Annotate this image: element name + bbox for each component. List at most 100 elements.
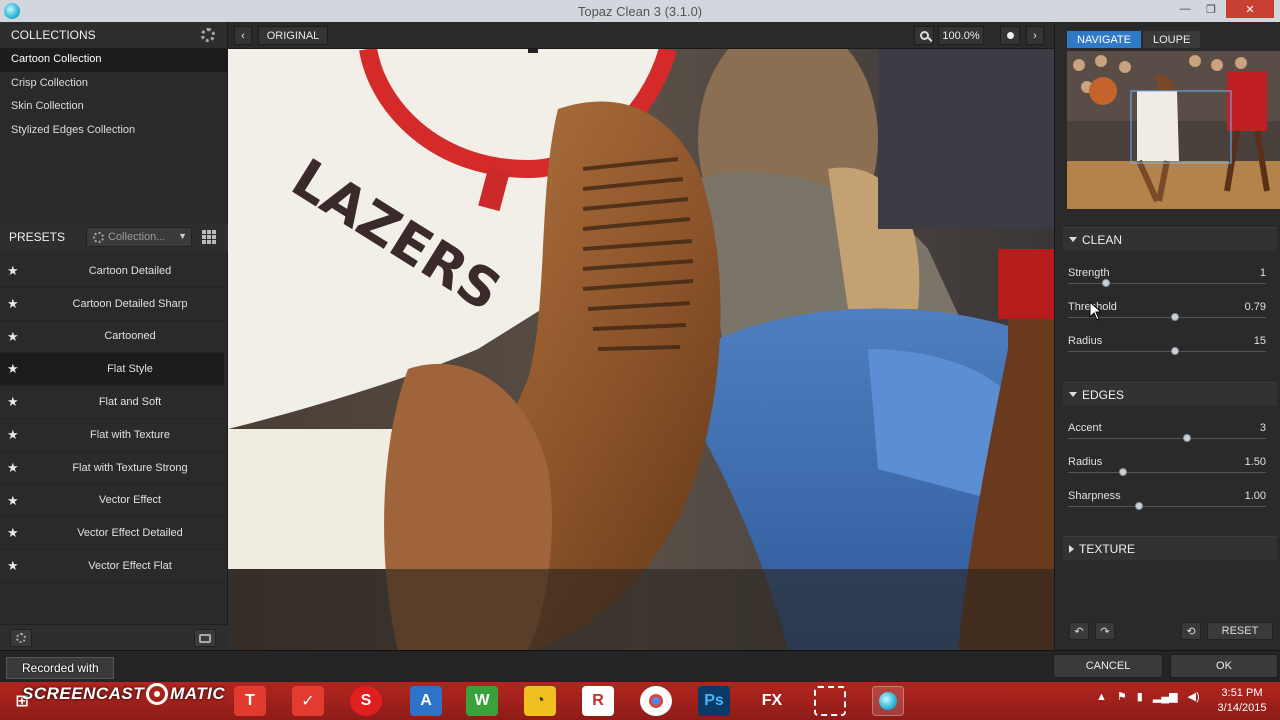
slider-track[interactable] [1068, 506, 1266, 507]
texture-section-header[interactable]: TEXTURE [1063, 536, 1277, 560]
lightbulb-button[interactable] [1000, 26, 1020, 45]
network-icon[interactable]: ▂▄▆ [1153, 690, 1178, 703]
preset-item[interactable]: ★ Cartooned [0, 321, 224, 354]
edges-section-title: EDGES [1082, 387, 1125, 402]
tab-loupe[interactable]: LOUPE [1143, 31, 1201, 48]
star-icon[interactable]: ★ [7, 558, 19, 574]
collections-gear-icon[interactable] [201, 28, 215, 42]
close-button[interactable]: ✕ [1226, 0, 1274, 18]
preset-item[interactable]: ★ Vector Effect [0, 485, 224, 518]
app-s-icon[interactable]: S [350, 686, 382, 716]
edges-section-header[interactable]: EDGES [1063, 382, 1277, 406]
watermark-right-text: MATIC [170, 684, 226, 703]
image-preview[interactable]: LAZERS [228, 49, 1054, 650]
photoshop-icon[interactable]: Ps [698, 686, 730, 716]
recorded-with-label: Recorded with [22, 661, 99, 675]
taskbar-clock[interactable]: 3:51 PM 3/14/2015 [1212, 686, 1272, 716]
star-icon[interactable]: ★ [7, 427, 19, 443]
collection-item-crisp[interactable]: Crisp Collection [0, 72, 227, 96]
volume-icon[interactable]: ◀) [1188, 690, 1200, 703]
slider-track[interactable] [1068, 283, 1266, 284]
slider-value[interactable]: 1 [1260, 267, 1266, 279]
slider-handle[interactable] [1170, 347, 1179, 355]
preset-item[interactable]: ★ Flat with Texture [0, 419, 224, 452]
previous-button[interactable]: ‹ [234, 26, 252, 45]
slider-value[interactable]: 3 [1260, 422, 1266, 434]
grid-view-icon[interactable] [202, 230, 216, 244]
slider-value[interactable]: 15 [1254, 335, 1266, 347]
save-preset-button[interactable]: ⟲ [1181, 622, 1201, 640]
star-icon[interactable]: ★ [7, 263, 19, 279]
slider-handle[interactable] [1119, 468, 1128, 476]
star-icon[interactable]: ★ [7, 493, 19, 509]
redo-button[interactable]: ↷ [1095, 622, 1115, 640]
preset-item-selected[interactable]: ★ Flat Style [0, 353, 224, 387]
star-icon[interactable]: ★ [7, 361, 19, 377]
preset-item[interactable]: ★ Cartoon Detailed Sharp [0, 288, 224, 321]
preset-item[interactable]: ★ Cartoon Detailed [0, 255, 224, 288]
navigator-thumbnail[interactable] [1067, 51, 1280, 209]
slider-handle[interactable] [1170, 313, 1179, 321]
app-t-icon[interactable]: T [234, 686, 266, 716]
strength-slider[interactable]: Strength 1 [1068, 267, 1266, 297]
clock-time: 3:51 PM [1221, 687, 1263, 699]
left-footer [0, 624, 228, 650]
sharpness-slider[interactable]: Sharpness 1.00 [1068, 490, 1266, 520]
flag-icon[interactable]: ⚑ [1117, 690, 1127, 703]
ok-button[interactable]: OK [1170, 654, 1278, 678]
slider-handle[interactable] [1101, 279, 1110, 287]
slider-value[interactable]: 1.50 [1245, 456, 1266, 468]
next-button[interactable]: › [1026, 26, 1044, 45]
star-icon[interactable]: ★ [7, 329, 19, 345]
reset-button[interactable]: RESET [1207, 622, 1273, 640]
accent-slider[interactable]: Accent 3 [1068, 422, 1266, 452]
clean-radius-slider[interactable]: Radius 15 [1068, 335, 1266, 365]
tray-expand-icon[interactable]: ▲ [1096, 691, 1107, 703]
undo-button[interactable]: ↶ [1069, 622, 1089, 640]
slider-value[interactable]: 0.79 [1245, 301, 1266, 313]
star-icon[interactable]: ★ [7, 525, 19, 541]
app-checklist-icon[interactable]: ✓ [292, 686, 324, 716]
topaz-taskbar-icon[interactable] [872, 686, 904, 716]
collection-item-stylized-edges[interactable]: Stylized Edges Collection [0, 119, 227, 143]
preview-image: LAZERS [228, 49, 1054, 650]
slider-label: Radius [1068, 456, 1103, 468]
settings-button[interactable] [10, 629, 32, 647]
window-title: Topaz Clean 3 (3.1.0) [577, 3, 703, 19]
zoom-button[interactable] [914, 26, 934, 45]
battery-icon[interactable]: ▮ [1137, 690, 1143, 703]
slider-value[interactable]: 1.00 [1245, 490, 1266, 502]
cancel-button[interactable]: CANCEL [1053, 654, 1163, 678]
app-store-icon[interactable]: A [410, 686, 442, 716]
edges-radius-slider[interactable]: Radius 1.50 [1068, 456, 1266, 486]
maximize-button[interactable]: ❐ [1198, 0, 1224, 18]
star-icon[interactable]: ★ [7, 394, 19, 410]
slider-handle[interactable] [1135, 502, 1144, 510]
preset-item[interactable]: ★ Flat with Texture Strong [0, 452, 224, 485]
preset-item[interactable]: ★ Vector Effect Detailed [0, 517, 224, 551]
collection-filter-dropdown[interactable]: Collection... ▼ [86, 227, 192, 247]
snipping-tool-icon[interactable] [814, 686, 846, 716]
minimize-button[interactable]: — [1172, 0, 1198, 18]
clean-section-header[interactable]: CLEAN [1063, 227, 1277, 251]
preset-item[interactable]: ★ Flat and Soft [0, 386, 224, 419]
app-w-icon[interactable]: W [466, 686, 498, 716]
preset-item[interactable]: ★ Vector Effect Flat [0, 550, 224, 583]
app-fx-icon[interactable]: FX [756, 686, 788, 716]
tab-navigate[interactable]: NAVIGATE [1067, 31, 1141, 48]
app-gauge-icon[interactable]: ◔ [524, 686, 556, 716]
slider-track[interactable] [1068, 351, 1266, 352]
slider-track[interactable] [1068, 472, 1266, 473]
app-r-icon[interactable]: R [582, 686, 614, 716]
slider-handle[interactable] [1182, 434, 1191, 442]
chrome-icon[interactable] [640, 686, 672, 716]
star-icon[interactable]: ★ [7, 296, 19, 312]
zoom-level[interactable]: 100.0% [938, 26, 984, 45]
clock-date: 3/14/2015 [1217, 702, 1267, 714]
collection-item-cartoon[interactable]: Cartoon Collection [0, 48, 227, 72]
collection-item-skin[interactable]: Skin Collection [0, 95, 227, 119]
original-button[interactable]: ORIGINAL [258, 26, 328, 45]
star-icon[interactable]: ★ [7, 460, 19, 476]
slider-track[interactable] [1068, 438, 1266, 439]
snapshot-button[interactable] [194, 629, 216, 647]
